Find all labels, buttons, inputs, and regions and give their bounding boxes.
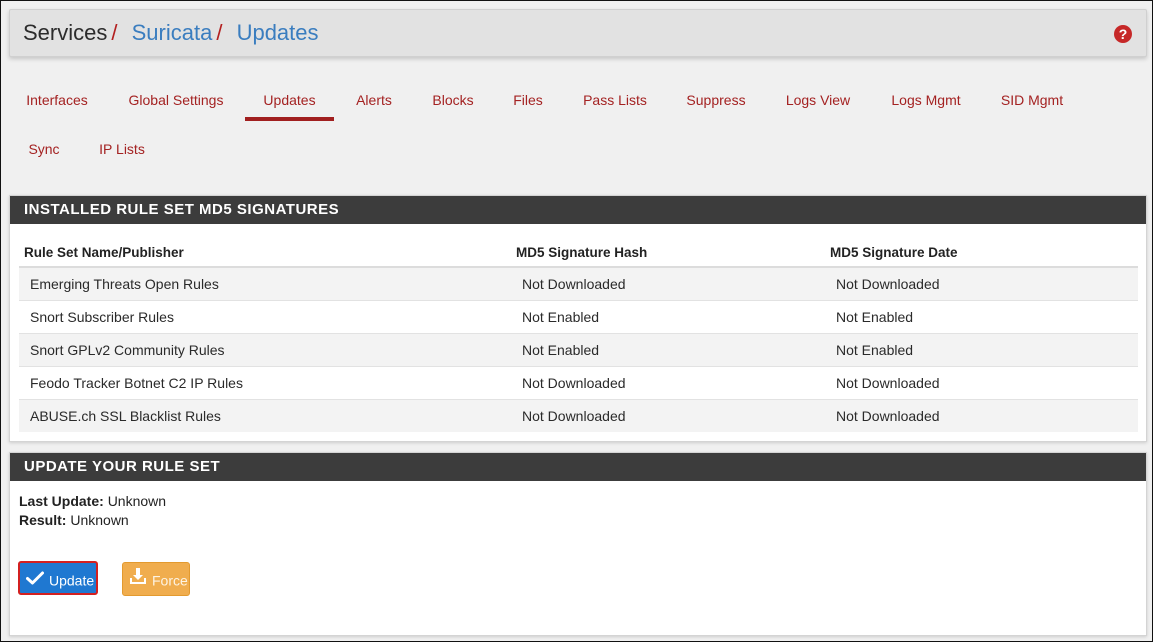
tab-updates[interactable]: Updates xyxy=(245,81,334,121)
md5-date: Not Enabled xyxy=(825,299,1138,333)
table-row: Snort Subscriber Rules Not Enabled Not E… xyxy=(19,299,1138,333)
tab-global-settings[interactable]: Global Settings xyxy=(122,81,230,121)
md5-date: Not Downloaded xyxy=(825,266,1138,300)
rule-set-name: ABUSE.ch SSL Blacklist Rules xyxy=(19,398,511,432)
update-rule-set-panel: UPDATE YOUR RULE SET xyxy=(9,452,1147,636)
tab-suppress[interactable]: Suppress xyxy=(680,81,752,121)
last-update-line: Last Update: Unknown xyxy=(19,492,166,511)
tab-sync[interactable]: Sync xyxy=(21,130,67,170)
breadcrumb: Services / Suricata / Updates xyxy=(23,20,319,46)
rule-set-name: Emerging Threats Open Rules xyxy=(19,266,511,300)
tab-interfaces[interactable]: Interfaces xyxy=(18,81,96,121)
md5-hash: Not Downloaded xyxy=(511,365,825,399)
result-value: Unknown xyxy=(70,512,129,528)
breadcrumb-services: Services xyxy=(23,20,108,45)
breadcrumb-separator: / xyxy=(111,20,118,45)
rule-set-name: Snort GPLv2 Community Rules xyxy=(19,332,511,366)
download-icon xyxy=(129,564,147,596)
tab-logs-view[interactable]: Logs View xyxy=(778,81,858,121)
window-frame: Services / Suricata / Updates ? Interfaces… xyxy=(0,0,1153,642)
last-update-label: Last Update: xyxy=(19,493,104,509)
result-label: Result: xyxy=(19,512,67,528)
update-button[interactable]: Update xyxy=(18,561,98,595)
question-circle-icon[interactable]: ? xyxy=(1114,25,1132,43)
tab-logs-mgmt[interactable]: Logs Mgmt xyxy=(883,81,969,121)
md5-date: Not Downloaded xyxy=(825,398,1138,432)
breadcrumb-separator: / xyxy=(216,20,223,45)
breadcrumb-updates[interactable]: Updates xyxy=(237,20,319,45)
tab-sid-mgmt[interactable]: SID Mgmt xyxy=(994,81,1070,121)
md5-date: Not Enabled xyxy=(825,332,1138,366)
panel-title: INSTALLED RULE SET MD5 SIGNATURES xyxy=(10,196,1146,224)
check-icon xyxy=(26,564,44,596)
result-line: Result: Unknown xyxy=(19,511,129,530)
md5-date: Not Downloaded xyxy=(825,365,1138,399)
md5-signatures-panel: INSTALLED RULE SET MD5 SIGNATURES Rule S… xyxy=(9,195,1147,442)
tab-blocks[interactable]: Blocks xyxy=(426,81,480,121)
panel-title: UPDATE YOUR RULE SET xyxy=(10,453,1146,481)
page-header: Services / Suricata / Updates ? xyxy=(9,9,1147,57)
column-header: MD5 Signature Hash xyxy=(511,238,825,268)
tab-ip-lists[interactable]: IP Lists xyxy=(91,130,153,170)
rule-set-name: Snort Subscriber Rules xyxy=(19,299,511,333)
rule-set-name: Feodo Tracker Botnet C2 IP Rules xyxy=(19,365,511,399)
md5-hash: Not Downloaded xyxy=(511,398,825,432)
update-button-label: Update xyxy=(49,572,95,589)
last-update-value: Unknown xyxy=(107,493,167,509)
signatures-table: Rule Set Name/Publisher MD5 Signature Ha… xyxy=(19,238,1138,432)
breadcrumb-suricata[interactable]: Suricata xyxy=(132,20,213,45)
column-header: Rule Set Name/Publisher xyxy=(19,238,511,268)
tab-alerts[interactable]: Alerts xyxy=(349,81,399,121)
md5-hash: Not Enabled xyxy=(511,299,825,333)
tab-files[interactable]: Files xyxy=(507,81,549,121)
md5-hash: Not Downloaded xyxy=(511,266,825,300)
force-button[interactable]: Force xyxy=(122,562,190,596)
md5-hash: Not Enabled xyxy=(511,332,825,366)
table-row: Feodo Tracker Botnet C2 IP Rules Not Dow… xyxy=(19,365,1138,399)
column-header: MD5 Signature Date xyxy=(825,238,1138,268)
table-row: Emerging Threats Open Rules Not Download… xyxy=(19,266,1138,300)
table-row: ABUSE.ch SSL Blacklist Rules Not Downloa… xyxy=(19,398,1138,432)
force-button-label: Force xyxy=(152,572,188,589)
table-row: Snort GPLv2 Community Rules Not Enabled … xyxy=(19,332,1138,366)
tab-pass-lists[interactable]: Pass Lists xyxy=(575,81,655,121)
